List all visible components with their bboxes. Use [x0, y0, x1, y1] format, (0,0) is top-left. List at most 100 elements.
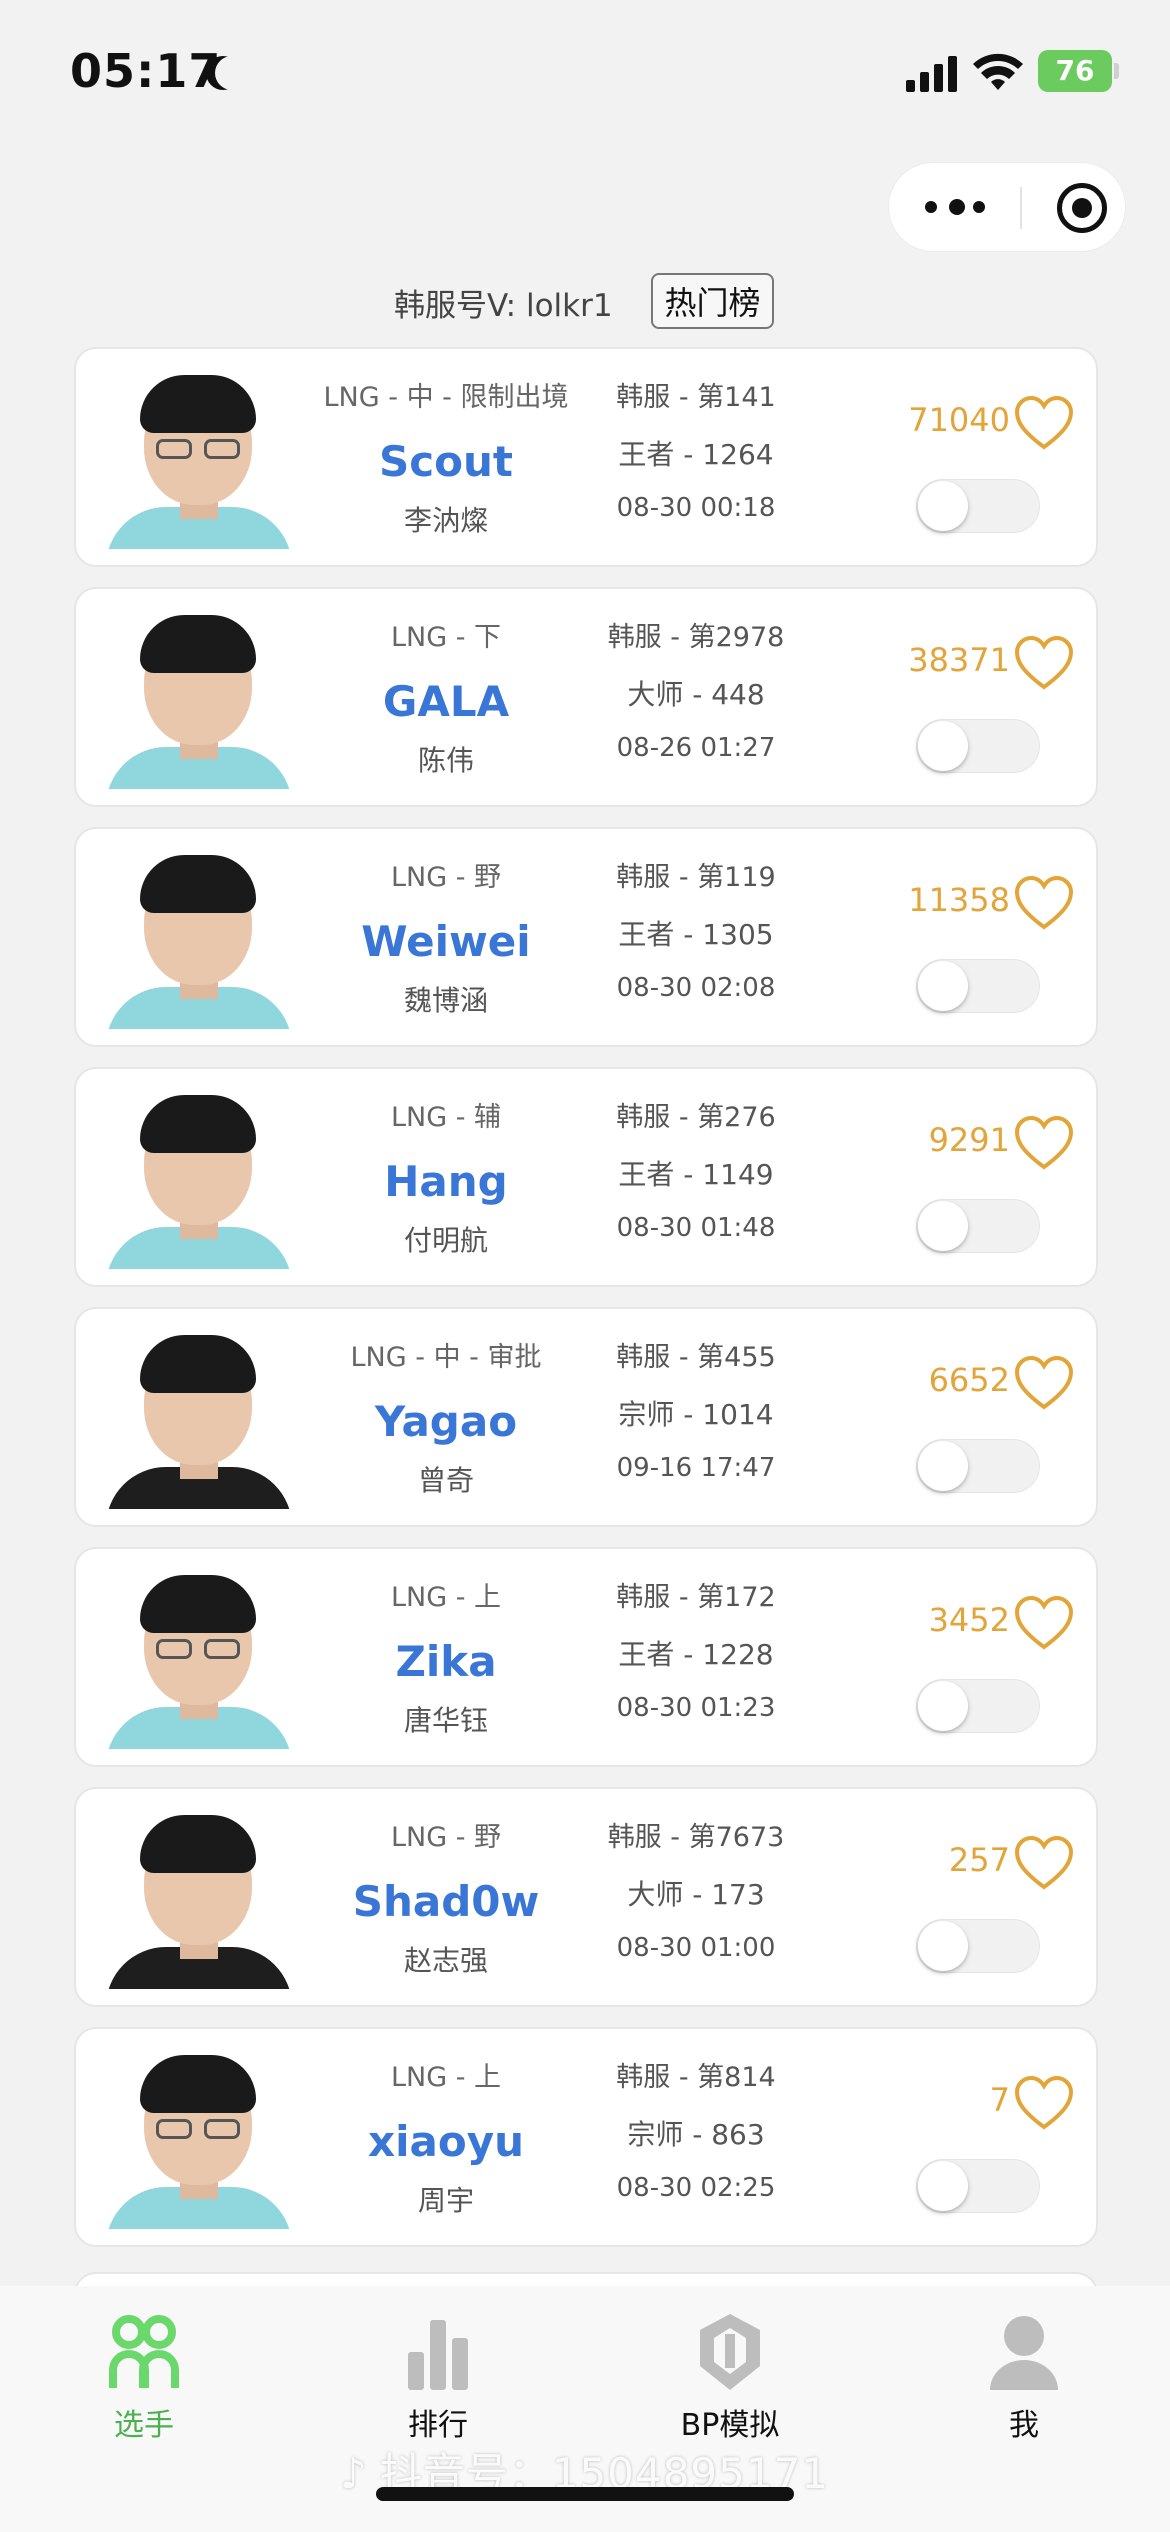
like-count: 6652: [928, 1361, 1010, 1399]
account-label: 韩服号V: lolkr1: [394, 288, 613, 324]
like-count: 38371: [908, 641, 1010, 679]
player-card[interactable]: LNG - 下 GALA 陈伟 韩服 - 第2978 大师 - 448 08-2…: [74, 587, 1098, 807]
player-team-role: LNG - 上: [390, 1582, 502, 1613]
player-name[interactable]: Zika: [306, 1637, 586, 1686]
server-rank: 韩服 - 第2978: [607, 622, 785, 653]
hot-list-button[interactable]: 热门榜: [651, 273, 774, 329]
player-name[interactable]: Scout: [306, 437, 586, 486]
battery-icon: 76: [1038, 50, 1112, 92]
bp-icon: [700, 2314, 760, 2390]
home-indicator[interactable]: [376, 2487, 794, 2501]
player-card[interactable]: LNG - 中 - 限制出境 Scout 李汭燦 韩服 - 第141 王者 - …: [74, 347, 1098, 567]
glasses: [156, 1639, 242, 1659]
heart-icon[interactable]: [1014, 1115, 1074, 1171]
last-updated: 08-30 02:08: [616, 973, 776, 1003]
player-name[interactable]: GALA: [306, 677, 586, 726]
cellular-signal-icon: [906, 52, 958, 92]
like-count: 257: [948, 1841, 1010, 1879]
player-stats: 韩服 - 第7673 大师 - 173 08-30 01:00: [596, 1789, 796, 2009]
tab-label: 排行: [408, 2408, 468, 2443]
player-stats: 韩服 - 第455 宗师 - 1014 09-16 17:47: [596, 1309, 796, 1529]
player-photo: [106, 1569, 292, 1749]
follow-toggle[interactable]: [916, 1679, 1040, 1733]
like-count: 11358: [908, 881, 1010, 919]
player-real-name: 曾奇: [417, 1464, 474, 1497]
last-updated: 08-26 01:27: [616, 733, 776, 763]
server-rank: 韩服 - 第141: [616, 382, 776, 413]
last-updated: 08-30 02:25: [616, 2173, 776, 2203]
player-name[interactable]: Shad0w: [306, 1877, 586, 1926]
heart-icon[interactable]: [1014, 2075, 1074, 2131]
wifi-icon: [973, 53, 1023, 90]
player-real-name: 唐华钰: [403, 1704, 488, 1737]
player-photo: [106, 369, 292, 549]
status-bar: 05:17 76: [0, 0, 1170, 150]
heart-icon[interactable]: [1014, 395, 1074, 451]
players-icon: [109, 2315, 179, 2388]
battery-tip: [1114, 63, 1119, 79]
player-info: LNG - 辅 Hang 付明航: [306, 1069, 586, 1289]
heart-icon[interactable]: [1014, 1835, 1074, 1891]
player-photo: [106, 1329, 292, 1509]
follow-toggle[interactable]: [916, 959, 1040, 1013]
player-team-role: LNG - 中 - 限制出境: [323, 382, 569, 413]
player-photo: [106, 2049, 292, 2229]
follow-toggle[interactable]: [916, 479, 1040, 533]
player-real-name: 陈伟: [417, 744, 474, 777]
douyin-icon: ♪: [340, 2449, 368, 2498]
moon-icon: [215, 56, 249, 90]
player-card[interactable]: LNG - 中 - 审批 Yagao 曾奇 韩服 - 第455 宗师 - 101…: [74, 1307, 1098, 1527]
tab-ranking[interactable]: 排行: [338, 2304, 538, 2444]
server-rank: 韩服 - 第276: [616, 1102, 776, 1133]
player-team-role: LNG - 野: [390, 862, 502, 893]
tab-me[interactable]: 我: [924, 2304, 1124, 2444]
player-stats: 韩服 - 第2978 大师 - 448 08-26 01:27: [596, 589, 796, 809]
player-name[interactable]: xiaoyu: [306, 2117, 586, 2166]
player-card[interactable]: LNG - 野 Shad0w 赵志强 韩服 - 第7673 大师 - 173 0…: [74, 1787, 1098, 2007]
follow-toggle[interactable]: [916, 1439, 1040, 1493]
follow-toggle[interactable]: [916, 2159, 1040, 2213]
heart-icon[interactable]: [1014, 875, 1074, 931]
player-stats: 韩服 - 第172 王者 - 1228 08-30 01:23: [596, 1549, 796, 1769]
follow-toggle[interactable]: [916, 1199, 1040, 1253]
heart-icon[interactable]: [1014, 635, 1074, 691]
close-miniprogram-icon[interactable]: [1057, 183, 1107, 233]
player-card[interactable]: LNG - 上 Zika 唐华钰 韩服 - 第172 王者 - 1228 08-…: [74, 1547, 1098, 1767]
follow-toggle[interactable]: [916, 1919, 1040, 1973]
profile-icon: [990, 2316, 1058, 2390]
player-name[interactable]: Hang: [306, 1157, 586, 1206]
last-updated: 08-30 01:00: [616, 1933, 776, 1963]
heart-icon[interactable]: [1014, 1355, 1074, 1411]
player-team-role: LNG - 辅: [390, 1102, 502, 1133]
last-updated: 08-30 00:18: [616, 493, 776, 523]
tier-points: 王者 - 1149: [618, 1158, 774, 1191]
player-info: LNG - 上 Zika 唐华钰: [306, 1549, 586, 1769]
ranking-icon: [408, 2320, 468, 2390]
heart-icon[interactable]: [1014, 1595, 1074, 1651]
player-stats: 韩服 - 第814 宗师 - 863 08-30 02:25: [596, 2029, 796, 2249]
player-card[interactable]: LNG - 野 Weiwei 魏博涵 韩服 - 第119 王者 - 1305 0…: [74, 827, 1098, 1047]
capsule-divider: [1020, 187, 1022, 229]
player-stats: 韩服 - 第141 王者 - 1264 08-30 00:18: [596, 349, 796, 569]
player-photo: [106, 1809, 292, 1989]
tier-points: 大师 - 448: [627, 678, 765, 711]
more-icon[interactable]: [925, 191, 991, 225]
tab-bp-sim[interactable]: BP模拟: [630, 2304, 830, 2444]
like-count: 9291: [928, 1121, 1010, 1159]
server-rank: 韩服 - 第455: [616, 1342, 776, 1373]
player-card[interactable]: LNG - 辅 Hang 付明航 韩服 - 第276 王者 - 1149 08-…: [74, 1067, 1098, 1287]
miniprogram-capsule: [888, 162, 1126, 252]
server-rank: 韩服 - 第172: [616, 1582, 776, 1613]
player-photo: [106, 609, 292, 789]
player-info: LNG - 上 xiaoyu 周宇: [306, 2029, 586, 2249]
tab-label: BP模拟: [680, 2408, 780, 2443]
glasses: [156, 2119, 242, 2139]
player-name[interactable]: Weiwei: [306, 917, 586, 966]
player-name[interactable]: Yagao: [306, 1397, 586, 1446]
last-updated: 08-30 01:23: [616, 1693, 776, 1723]
player-card[interactable]: LNG - 上 xiaoyu 周宇 韩服 - 第814 宗师 - 863 08-…: [74, 2027, 1098, 2247]
follow-toggle[interactable]: [916, 719, 1040, 773]
player-stats: 韩服 - 第276 王者 - 1149 08-30 01:48: [596, 1069, 796, 1289]
tab-players[interactable]: 选手: [44, 2304, 244, 2444]
tier-points: 王者 - 1228: [618, 1638, 774, 1671]
